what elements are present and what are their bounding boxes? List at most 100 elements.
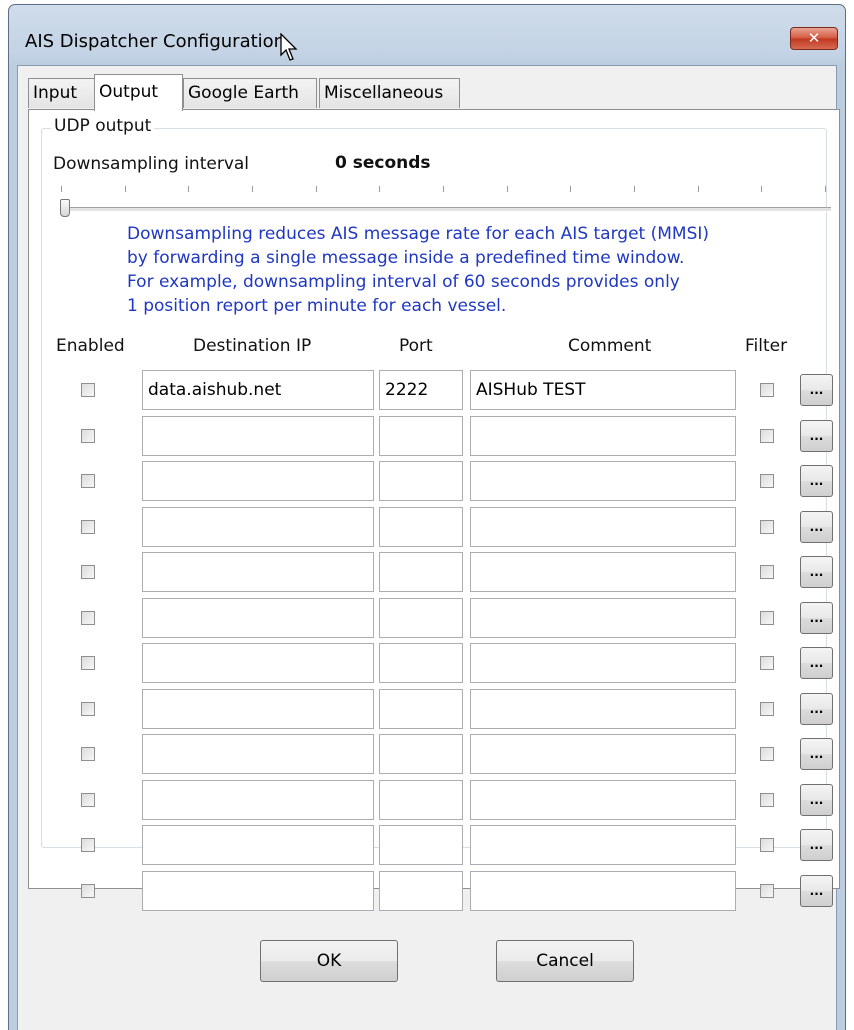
enabled-checkbox[interactable] [81,383,95,397]
port-field[interactable] [379,643,463,683]
info-line: For example, downsampling interval of 60… [127,272,680,292]
filter-checkbox[interactable] [760,429,774,443]
slider-tick [188,186,189,192]
comment-field[interactable] [470,416,736,456]
enabled-checkbox[interactable] [81,747,95,761]
ok-button[interactable]: OK [260,940,398,982]
destination-ip-field[interactable] [142,507,374,547]
comment-field[interactable] [470,871,736,911]
destination-ip-field[interactable]: data.aishub.net [142,370,374,410]
header-comment: Comment [568,336,652,356]
header-port: Port [399,336,433,356]
filter-settings-button[interactable]: ... [800,829,833,861]
slider-track[interactable] [67,207,831,212]
filter-checkbox[interactable] [760,565,774,579]
enabled-checkbox[interactable] [81,656,95,670]
comment-field[interactable] [470,507,736,547]
filter-settings-button[interactable]: ... [800,374,833,406]
mouse-cursor-icon [280,33,298,61]
tab-miscellaneous[interactable]: Miscellaneous [319,78,460,108]
filter-settings-button[interactable]: ... [800,647,833,679]
filter-checkbox[interactable] [760,747,774,761]
table-row: ... [29,825,833,865]
enabled-checkbox[interactable] [81,611,95,625]
table-row: ... [29,689,833,729]
filter-settings-button[interactable]: ... [800,784,833,816]
comment-field[interactable]: AISHub TEST [470,370,736,410]
destination-ip-field[interactable] [142,780,374,820]
enabled-checkbox[interactable] [81,565,95,579]
port-field[interactable] [379,825,463,865]
destination-ip-field[interactable] [142,825,374,865]
enabled-checkbox[interactable] [81,793,95,807]
enabled-checkbox[interactable] [81,429,95,443]
header-destination-ip: Destination IP [193,336,312,356]
filter-checkbox[interactable] [760,793,774,807]
comment-field[interactable] [470,689,736,729]
enabled-checkbox[interactable] [81,838,95,852]
filter-settings-button[interactable]: ... [800,738,833,770]
destination-ip-field[interactable] [142,416,374,456]
comment-field[interactable] [470,598,736,638]
filter-checkbox[interactable] [760,611,774,625]
filter-settings-button[interactable]: ... [800,556,833,588]
port-field[interactable] [379,552,463,592]
slider-tick [507,186,508,192]
comment-field[interactable] [470,825,736,865]
enabled-checkbox[interactable] [81,884,95,898]
filter-settings-button[interactable]: ... [800,693,833,725]
downsampling-slider[interactable] [57,186,831,217]
title-bar[interactable]: AIS Dispatcher Configuration ✕ [9,5,845,65]
table-row: ... [29,780,833,820]
tab-output[interactable]: Output [94,74,183,111]
destination-ip-field[interactable] [142,643,374,683]
filter-checkbox[interactable] [760,702,774,716]
comment-field[interactable] [470,734,736,774]
port-field[interactable] [379,780,463,820]
enabled-checkbox[interactable] [81,474,95,488]
slider-thumb[interactable] [60,199,70,217]
destination-ip-field[interactable] [142,734,374,774]
cancel-button[interactable]: Cancel [496,940,634,982]
filter-checkbox[interactable] [760,884,774,898]
table-row: ... [29,507,833,547]
destination-ip-field[interactable] [142,689,374,729]
port-field[interactable] [379,416,463,456]
table-row: ... [29,643,833,683]
table-row: ... [29,871,833,911]
filter-checkbox[interactable] [760,520,774,534]
slider-tick [379,186,380,192]
tab-input[interactable]: Input [28,78,95,108]
filter-settings-button[interactable]: ... [800,420,833,452]
slider-tick [61,186,62,192]
filter-settings-button[interactable]: ... [800,511,833,543]
destination-ip-field[interactable] [142,552,374,592]
port-field[interactable] [379,871,463,911]
close-button[interactable]: ✕ [790,27,838,50]
comment-field[interactable] [470,643,736,683]
comment-field[interactable] [470,780,736,820]
filter-checkbox[interactable] [760,838,774,852]
filter-checkbox[interactable] [760,474,774,488]
destination-ip-field[interactable] [142,598,374,638]
slider-tick [443,186,444,192]
port-field[interactable] [379,689,463,729]
filter-settings-button[interactable]: ... [800,875,833,907]
enabled-checkbox[interactable] [81,702,95,716]
filter-checkbox[interactable] [760,383,774,397]
filter-checkbox[interactable] [760,656,774,670]
tab-google-earth[interactable]: Google Earth [183,78,317,108]
comment-field[interactable] [470,461,736,501]
port-field[interactable]: 2222 [379,370,463,410]
comment-field[interactable] [470,552,736,592]
port-field[interactable] [379,598,463,638]
filter-settings-button[interactable]: ... [800,465,833,497]
destination-ip-field[interactable] [142,461,374,501]
port-field[interactable] [379,734,463,774]
table-row: ... [29,598,833,638]
port-field[interactable] [379,461,463,501]
enabled-checkbox[interactable] [81,520,95,534]
filter-settings-button[interactable]: ... [800,602,833,634]
port-field[interactable] [379,507,463,547]
destination-ip-field[interactable] [142,871,374,911]
